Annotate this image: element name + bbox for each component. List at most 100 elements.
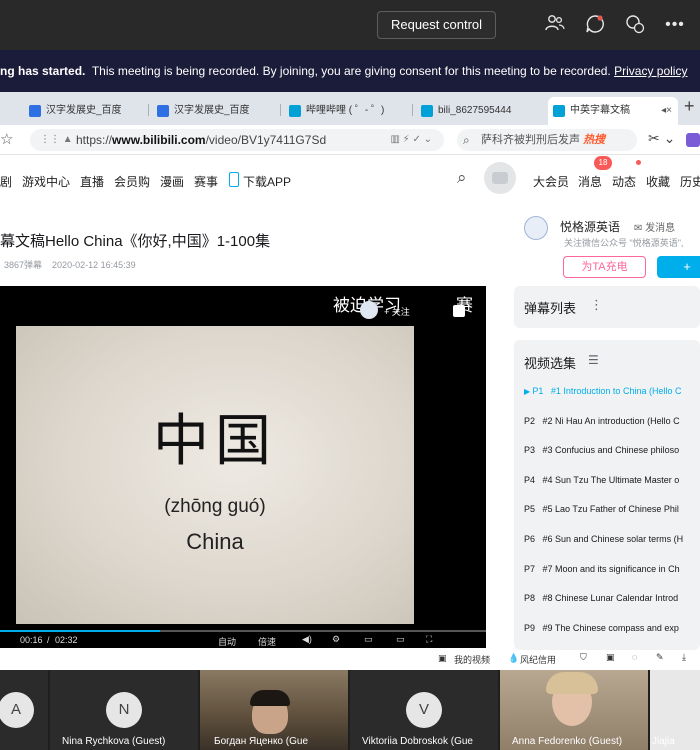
participant-avatar: N	[106, 692, 142, 728]
tab-separator	[148, 104, 149, 116]
browser-search-input[interactable]: ⌕ 萨科齐被判刑后发声 热搜	[457, 129, 637, 151]
browser-tab-2[interactable]: 汉字发展史_百度	[152, 97, 277, 125]
nav-item-live[interactable]: 直播	[80, 173, 104, 190]
pip-icon[interactable]: ▭	[364, 634, 373, 645]
browser-tab-5-active[interactable]: 中英字幕文稿 ◂×	[548, 97, 678, 125]
nav-item-favorites[interactable]: 收藏	[646, 173, 670, 190]
episode-item[interactable]: P6 #6 Sun and Chinese solar terms (H	[524, 532, 700, 546]
danmaku-list-panel[interactable]: 弹幕列表 ⋮	[514, 286, 700, 328]
settings-gear-icon[interactable]: ⚙	[332, 634, 340, 645]
send-message-link[interactable]: ✉ 发消息	[634, 219, 675, 234]
video-progress-bar[interactable]	[0, 630, 486, 632]
fullscreen-icon[interactable]: ⛶	[426, 634, 432, 645]
episode-item-active[interactable]: ▶ P1 #1 Introduction to China (Hello C	[524, 384, 700, 398]
participant-video-tile[interactable]: Anna Fedorenko (Guest)	[500, 670, 648, 750]
search-text: 萨科齐被判刑后发声	[481, 134, 580, 146]
search-icon: ⌕	[463, 133, 470, 147]
nav-item-history[interactable]: 历史	[680, 173, 700, 190]
participant-hair	[250, 690, 290, 706]
browser-tab-3[interactable]: 哔哩哔哩 ( ゜- ゜)	[284, 97, 409, 125]
url-prefix: https://	[76, 133, 113, 147]
nav-item-vip[interactable]: 大会员	[533, 173, 569, 190]
new-tab-icon[interactable]: +	[684, 96, 695, 117]
nav-item-messages[interactable]: 消息	[578, 173, 602, 190]
participant-avatar: A	[0, 692, 34, 728]
episode-list-panel: 视频选集 ☰ ▶ P1 #1 Introduction to China (He…	[514, 340, 700, 650]
tab-separator	[280, 104, 281, 116]
episode-item[interactable]: P8 #8 Chinese Lunar Calendar Introd	[524, 591, 700, 605]
charge-button[interactable]: 为TA充电	[563, 256, 646, 278]
nav-item-events[interactable]: 赛事	[194, 173, 218, 190]
nav-item-download-app[interactable]: 下载APP	[229, 172, 291, 190]
scissors-icon[interactable]: ✂ ⌄	[648, 130, 675, 147]
tab-label: 哔哩哔哩 ( ゜- ゜)	[306, 105, 385, 116]
participant-tile[interactable]: A	[0, 670, 48, 750]
volume-icon[interactable]: ◀)	[302, 634, 312, 645]
recording-banner: ng has started. This meeting is being re…	[0, 50, 700, 92]
episode-item[interactable]: P9 #9 The Chinese compass and exp	[524, 621, 700, 635]
bilibili-tv-icon	[289, 105, 301, 117]
browser-tab-1[interactable]: 汉字发展史_百度	[24, 97, 144, 125]
request-control-button[interactable]: Request control	[377, 11, 496, 39]
widescreen-icon[interactable]: ▭	[396, 634, 405, 645]
extension-icon[interactable]	[686, 133, 700, 147]
reactions-icon[interactable]	[624, 14, 646, 36]
follow-button[interactable]: +	[657, 256, 700, 278]
episode-list-header: 视频选集	[524, 356, 577, 371]
privacy-policy-link[interactable]: Privacy policy	[614, 64, 687, 78]
nav-item-manga[interactable]: 漫画	[160, 173, 184, 190]
browser-tab-4[interactable]: bili_8627595444	[416, 97, 540, 125]
nav-item-game-center[interactable]: 游戏中心	[22, 173, 70, 190]
baidu-paw-icon	[157, 105, 169, 117]
participants-strip: A N Nina Rychkova (Guest) Богдан Яценко …	[0, 670, 700, 750]
participant-name: Nina Rychkova (Guest)	[62, 736, 166, 747]
my-video-link[interactable]: 我的视频	[454, 653, 490, 666]
participant-avatar: V	[406, 692, 442, 728]
chat-bubble-icon[interactable]: ◌	[632, 652, 637, 662]
download-icon[interactable]: ⤓	[682, 652, 686, 663]
search-icon[interactable]: ⌕	[457, 168, 467, 188]
auto-quality-button[interactable]: 自动	[218, 635, 236, 648]
more-options-icon[interactable]: •••	[664, 14, 686, 36]
url-input[interactable]: ⋮⋮ ▲ https://www.bilibili.com/video/BV1y…	[30, 129, 444, 151]
speed-button[interactable]: 倍速	[258, 635, 276, 648]
participant-tile[interactable]: V Viktoriia Dobroskok (Gue	[350, 670, 498, 750]
my-video-icon[interactable]: ▣	[438, 653, 447, 664]
window-icon[interactable]: ▣	[606, 652, 615, 663]
credit-drop-icon: 💧	[508, 653, 520, 663]
episode-item[interactable]: P3 #3 Confucius and Chinese philoso	[524, 443, 700, 457]
uploader-avatar[interactable]	[524, 216, 548, 240]
list-view-icon[interactable]: ☰	[588, 353, 599, 367]
teams-meeting-window: Request control ••• ng has started. This…	[0, 0, 700, 750]
episode-item[interactable]: P2 #2 Ni Hau An introduction (Hello C	[524, 414, 700, 428]
tab-label: 汉字发展史_百度	[174, 105, 250, 116]
participants-icon[interactable]	[544, 14, 566, 36]
bookmark-star-icon[interactable]: ☆	[0, 130, 13, 148]
phone-icon	[229, 172, 239, 187]
chat-icon[interactable]	[584, 14, 606, 36]
shared-screen: 汉字发展史_百度 汉字发展史_百度 哔哩哔哩 ( ゜- ゜) bili_8627…	[0, 92, 700, 670]
shield-icon[interactable]: ⛉	[580, 652, 587, 663]
episode-item[interactable]: P5 #5 Lao Tzu Father of Chinese Phil	[524, 502, 700, 516]
participant-video-tile[interactable]: Jiajia	[650, 670, 700, 750]
site-info-icon[interactable]: ⋮⋮ ▲	[40, 129, 73, 151]
pin-icon[interactable]: ✎	[656, 652, 664, 663]
tab-audio-close-icon[interactable]: ◂×	[661, 97, 672, 125]
banner-text: This meeting is being recorded. By joini…	[91, 64, 611, 78]
video-player[interactable]: 被迫学习 赛 + 关注 中国 (zhōng guó) China 00:16 /…	[0, 286, 486, 648]
credit-link[interactable]: 风纪信用	[520, 653, 556, 666]
tab-label: 汉字发展史_百度	[46, 105, 122, 116]
nav-item-dynamics[interactable]: 动态	[612, 173, 636, 190]
url-actions-icon[interactable]: ▥ ⚡ ✓ ⌄	[390, 129, 432, 151]
episode-item[interactable]: P4 #4 Sun Tzu The Ultimate Master o	[524, 473, 700, 487]
nav-item-member-shop[interactable]: 会员购	[114, 173, 150, 190]
nav-item[interactable]: 剧	[0, 173, 12, 190]
more-vertical-icon[interactable]: ⋮	[590, 297, 603, 313]
watermark-follow-tag[interactable]: + 关注	[384, 305, 410, 318]
bilibili-tv-icon	[553, 105, 565, 117]
uploader-name[interactable]: 悦格源英语	[560, 218, 620, 235]
episode-item[interactable]: P7 #7 Moon and its significance in Ch	[524, 562, 700, 576]
participant-tile[interactable]: N Nina Rychkova (Guest)	[50, 670, 198, 750]
user-avatar[interactable]	[484, 162, 516, 194]
participant-video-tile[interactable]: Богдан Яценко (Gue	[200, 670, 348, 750]
